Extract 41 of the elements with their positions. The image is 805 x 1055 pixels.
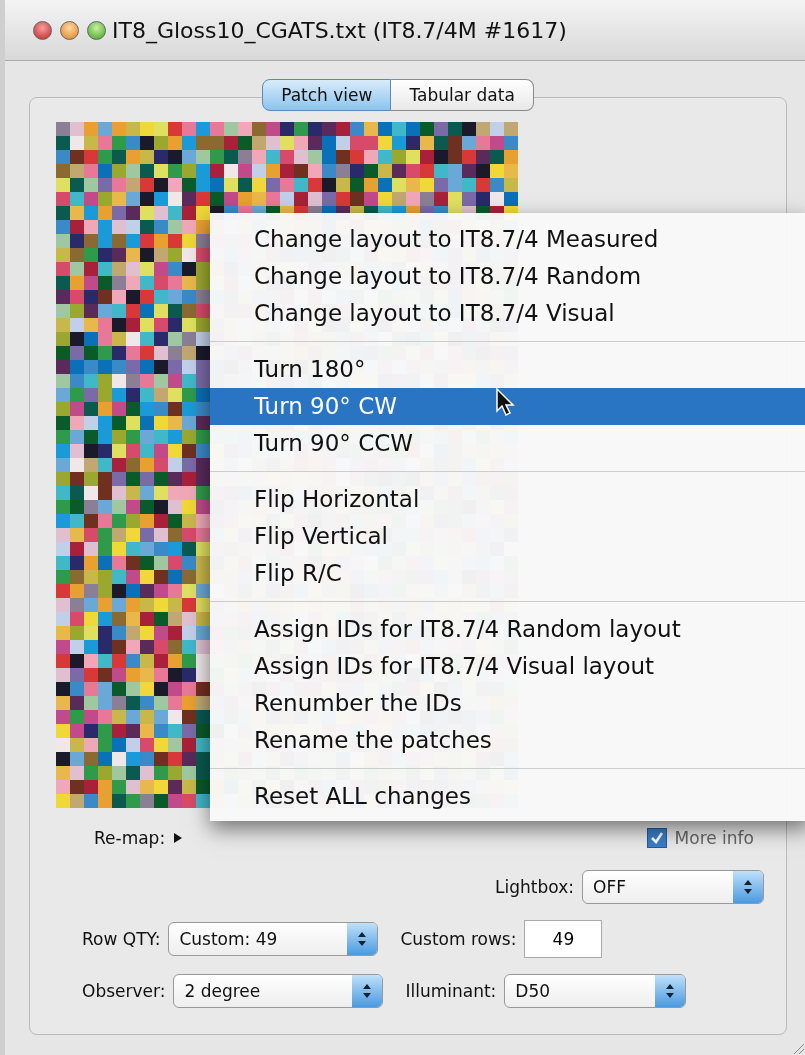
row-qty-popup[interactable]: Custom: 49: [168, 922, 379, 956]
row-qty-label: Row QTY:: [82, 929, 161, 949]
menu-item[interactable]: Turn 180°: [210, 351, 805, 388]
tab[interactable]: Tabular data: [391, 79, 534, 111]
menu-item[interactable]: Rename the patches: [210, 722, 805, 759]
more-info-checkbox[interactable]: [646, 828, 667, 848]
menu-item[interactable]: Reset ALL changes: [210, 778, 805, 815]
illuminant-popup[interactable]: D50: [504, 974, 687, 1008]
menu-item[interactable]: Renumber the IDs: [210, 685, 805, 722]
custom-rows-label: Custom rows:: [400, 929, 517, 949]
stepper-arrows-icon: [743, 879, 753, 895]
lightbox-label: Lightbox:: [495, 877, 574, 897]
observer-popup[interactable]: 2 degree: [173, 974, 384, 1008]
more-info-label: More info: [674, 828, 754, 848]
disclosure-triangle-icon[interactable]: [173, 832, 184, 844]
window-title: IT8_Gloss10_CGATS.txt (IT8.7/4M #1617): [112, 17, 567, 43]
resize-grip-icon[interactable]: [791, 1041, 805, 1055]
illuminant-label: Illuminant:: [405, 981, 497, 1001]
menu-item[interactable]: Change layout to IT8.7/4 Random: [210, 258, 805, 295]
menu-item[interactable]: Turn 90° CW: [210, 388, 805, 425]
menu-item[interactable]: Change layout to IT8.7/4 Visual: [210, 295, 805, 332]
mouse-pointer-icon: [495, 387, 517, 417]
custom-rows-field[interactable]: 49: [524, 920, 603, 958]
menu-item[interactable]: Change layout to IT8.7/4 Measured: [210, 221, 805, 258]
menu-item[interactable]: Assign IDs for IT8.7/4 Random layout: [210, 611, 805, 648]
minimize-button[interactable]: [60, 20, 79, 40]
remap-label: Re-map:: [94, 828, 166, 848]
checkmark-icon: [649, 831, 664, 845]
tab[interactable]: Patch view: [262, 79, 392, 111]
observer-label: Observer:: [82, 981, 166, 1001]
stepper-arrows-icon: [362, 983, 373, 999]
menu-item[interactable]: Flip R/C: [210, 555, 805, 592]
close-button[interactable]: [33, 20, 52, 40]
menu-item[interactable]: Assign IDs for IT8.7/4 Visual layout: [210, 648, 805, 685]
menu-item[interactable]: Flip Horizontal: [210, 481, 805, 518]
lightbox-popup[interactable]: OFF: [582, 870, 764, 904]
menu-item[interactable]: Turn 90° CCW: [210, 425, 805, 462]
zoom-button[interactable]: [87, 20, 106, 40]
menu-item[interactable]: Flip Vertical: [210, 518, 805, 555]
stepper-arrows-icon: [357, 931, 368, 947]
stepper-arrows-icon: [665, 983, 676, 999]
